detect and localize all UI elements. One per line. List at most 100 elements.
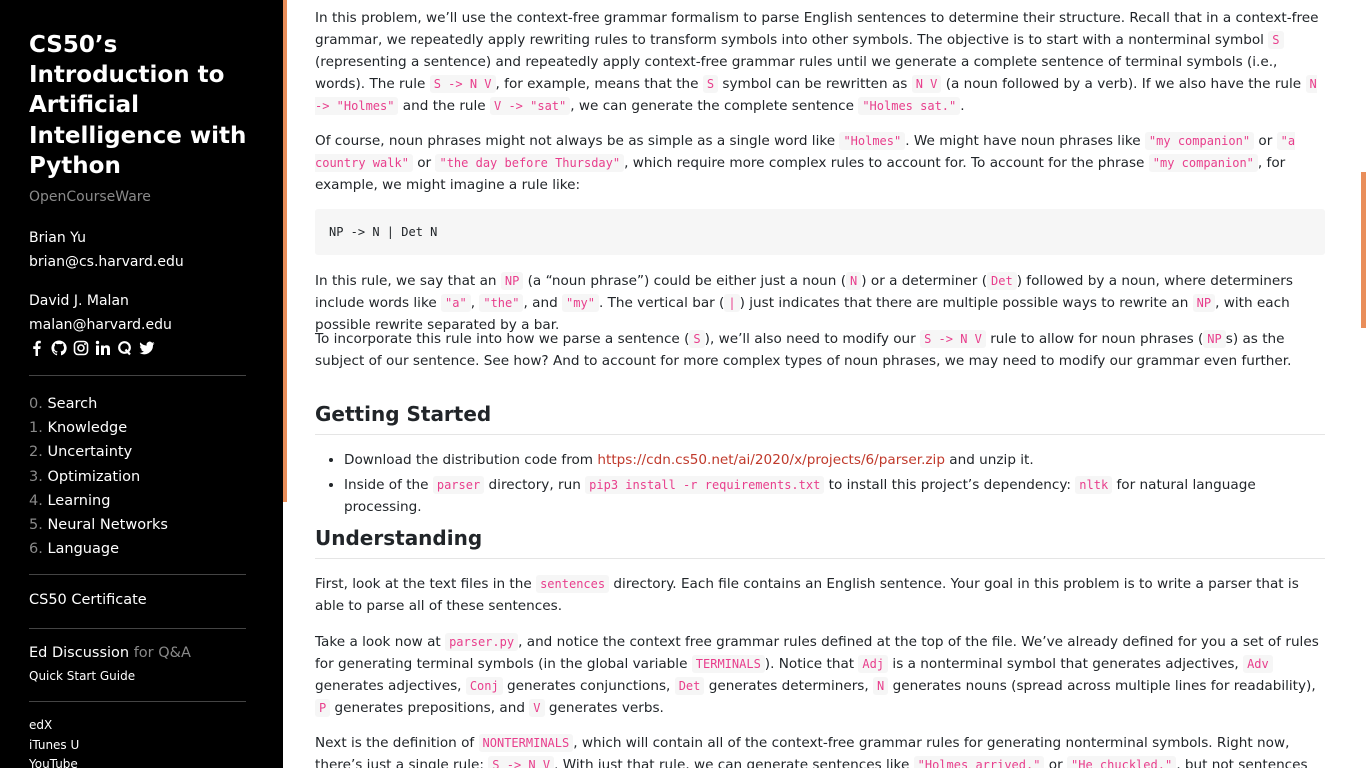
paragraph: First, look at the text files in the sen… <box>315 575 1299 614</box>
divider <box>29 574 246 575</box>
code-inline: NONTERMINALS <box>478 734 574 752</box>
divider <box>29 375 246 376</box>
code-inline: S -> N V <box>488 756 555 768</box>
code-inline: S -> N V <box>429 75 496 93</box>
code-inline: Conj <box>465 677 503 695</box>
code-inline: NP <box>500 272 524 290</box>
code-inline: S <box>1268 31 1284 49</box>
nav-item-uncertainty[interactable]: 2. Uncertainty <box>29 440 168 464</box>
twitter-icon[interactable] <box>139 340 155 356</box>
code-inline: S <box>702 75 719 93</box>
nav-item-neural-networks[interactable]: 5. Neural Networks <box>29 513 168 537</box>
code-inline: V -> "sat" <box>490 97 571 115</box>
paragraph: In this rule, we say that an NP (a “noun… <box>315 272 1293 333</box>
nav-label: Knowledge <box>47 420 128 437</box>
nav-number: 5. <box>29 517 43 534</box>
code-inline: TERMINALS <box>691 655 765 673</box>
section-heading: Understanding <box>315 526 1325 559</box>
edx-link[interactable]: edX <box>29 718 52 732</box>
code-inline: Det <box>674 677 705 695</box>
code-inline: V <box>529 699 545 717</box>
list-item: Inside of the parser directory, run pip3… <box>344 474 1325 518</box>
quick-start-link[interactable]: Quick Start Guide <box>29 669 135 683</box>
sidebar: CS50’s Introduction to Artificial Intell… <box>0 0 283 768</box>
code-inline: pip3 install -r requirements.txt <box>585 476 825 494</box>
github-icon[interactable] <box>51 340 67 356</box>
nav-item-learning[interactable]: 4. Learning <box>29 489 168 513</box>
code-inline: NP <box>1203 330 1226 348</box>
nav-number: 1. <box>29 420 43 437</box>
code-inline: "my companion" <box>1144 132 1255 150</box>
ed-discussion[interactable]: Ed Discussion for Q&A <box>29 645 191 661</box>
code-inline: "my companion" <box>1148 154 1258 172</box>
quora-icon[interactable] <box>117 340 133 356</box>
code-inline: "the day before Thursday" <box>435 154 625 172</box>
instructor-name: Brian Yu <box>29 230 86 246</box>
nav-item-optimization[interactable]: 3. Optimization <box>29 465 168 489</box>
code-inline: "the" <box>479 294 524 312</box>
paragraph: To incorporate this rule into how we par… <box>315 330 1292 369</box>
instagram-icon[interactable] <box>73 340 89 356</box>
code-inline: | <box>724 294 740 312</box>
instructor-email[interactable]: malan@harvard.edu <box>29 317 172 333</box>
scrollbar-thumb[interactable] <box>1361 172 1366 328</box>
ed-discussion-suffix: for Q&A <box>129 645 191 661</box>
code-inline: "a" <box>441 294 471 312</box>
distribution-code-link[interactable]: https://cdn.cs50.net/ai/2020/x/projects/… <box>597 452 945 468</box>
instructor-2: David J. Malan malan@harvard.edu <box>29 289 172 337</box>
nav-label: Optimization <box>47 468 141 485</box>
code-inline: "Holmes arrived." <box>913 756 1045 768</box>
nav-label: Uncertainty <box>47 444 133 461</box>
code-inline: P <box>315 699 331 717</box>
code-inline: "Holmes" <box>839 132 906 150</box>
code-inline: parser <box>432 476 485 494</box>
social-links <box>29 340 155 356</box>
nav-item-language[interactable]: 6. Language <box>29 537 168 561</box>
getting-started-list: Download the distribution code from http… <box>315 449 1325 518</box>
instructor-1: Brian Yu brian@cs.harvard.edu <box>29 226 184 274</box>
code-inline: N <box>846 272 862 290</box>
code-inline: NP <box>1192 294 1216 312</box>
code-inline: S -> N V <box>920 330 986 348</box>
list-item: Download the distribution code from http… <box>344 449 1325 471</box>
nav-label: Language <box>47 541 120 558</box>
code-inline: "my" <box>562 294 599 312</box>
nav-number: 2. <box>29 444 43 461</box>
code-inline: Det <box>987 272 1017 290</box>
instructor-name: David J. Malan <box>29 293 129 309</box>
code-inline: "Holmes sat." <box>858 97 961 115</box>
linkedin-icon[interactable] <box>95 340 111 356</box>
code-block: NP -> N | Det N <box>315 209 1325 255</box>
code-inline: nltk <box>1075 476 1113 494</box>
nav-label: Neural Networks <box>47 517 168 534</box>
nav-item-knowledge[interactable]: 1. Knowledge <box>29 416 168 440</box>
youtube-link[interactable]: YouTube <box>29 757 78 768</box>
facebook-icon[interactable] <box>29 340 45 356</box>
itunes-link[interactable]: iTunes U <box>29 738 79 752</box>
paragraph: In this problem, we’ll use the context-f… <box>315 10 1319 115</box>
instructor-email[interactable]: brian@cs.harvard.edu <box>29 254 184 270</box>
paragraph: Take a look now at parser.py, and notice… <box>315 633 1319 717</box>
certificate-link[interactable]: CS50 Certificate <box>29 592 147 608</box>
code-inline: "He chuckled." <box>1067 756 1177 768</box>
course-title[interactable]: CS50’s Introduction to Artificial Intell… <box>29 30 259 181</box>
paragraph: Of course, noun phrases might not always… <box>315 132 1296 193</box>
code-inline: parser.py <box>445 633 519 651</box>
divider <box>29 628 246 629</box>
nav-number: 4. <box>29 492 43 509</box>
code-inline: Adv <box>1243 655 1273 673</box>
divider <box>29 701 246 702</box>
lecture-nav: 0. Search 1. Knowledge 2. Uncertainty 3.… <box>29 392 168 561</box>
nav-number: 3. <box>29 468 43 485</box>
nav-number: 6. <box>29 541 43 558</box>
code-inline: N <box>873 677 889 695</box>
nav-item-search[interactable]: 0. Search <box>29 392 168 416</box>
main-content: In this problem, we’ll use the context-f… <box>287 0 1366 768</box>
paragraph: Next is the definition of NONTERMINALS, … <box>315 732 1325 768</box>
nav-number: 0. <box>29 396 43 412</box>
subtitle: OpenCourseWare <box>29 189 151 205</box>
section-heading: Getting Started <box>315 402 1325 435</box>
nav-label: Learning <box>47 492 111 509</box>
code-inline: Adj <box>858 655 889 673</box>
code-inline: sentences <box>536 575 610 593</box>
